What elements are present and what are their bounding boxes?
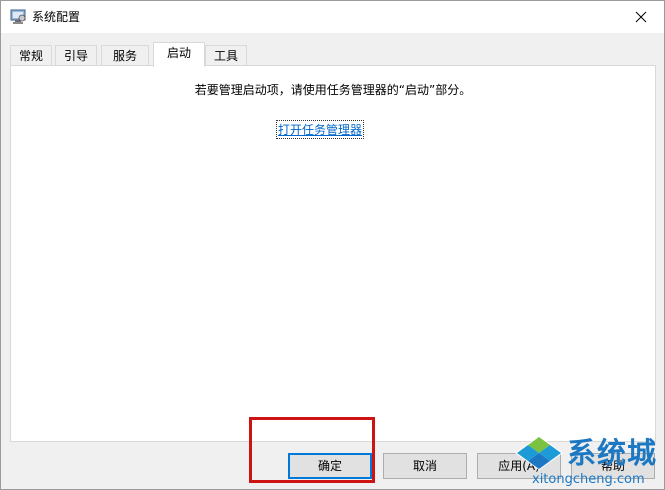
- watermark-logo-icon: [513, 434, 565, 475]
- open-task-manager-link[interactable]: 打开任务管理器: [275, 120, 365, 139]
- startup-tab-panel: 若要管理启动项，请使用任务管理器的“启动”部分。 打开任务管理器: [10, 65, 656, 442]
- tab-startup[interactable]: 启动: [153, 42, 205, 67]
- tab-services[interactable]: 服务: [101, 45, 149, 65]
- close-icon: [635, 11, 647, 23]
- watermark: 系统城 xitongcheng.com: [509, 432, 665, 490]
- watermark-domain-text: xitongcheng.com: [532, 472, 645, 487]
- title-bar[interactable]: 系统配置: [1, 1, 664, 33]
- close-button[interactable]: [618, 1, 664, 33]
- watermark-brand-text: 系统城: [567, 436, 658, 470]
- tab-boot[interactable]: 引导: [55, 45, 97, 65]
- highlight-annotation-box: [249, 417, 375, 483]
- msconfig-app-icon: [10, 9, 26, 25]
- tab-general[interactable]: 常规: [10, 45, 52, 65]
- startup-instruction-text: 若要管理启动项，请使用任务管理器的“启动”部分。: [194, 83, 472, 97]
- window-title: 系统配置: [32, 10, 81, 24]
- tab-tools[interactable]: 工具: [205, 45, 247, 65]
- cancel-button[interactable]: 取消: [383, 453, 467, 479]
